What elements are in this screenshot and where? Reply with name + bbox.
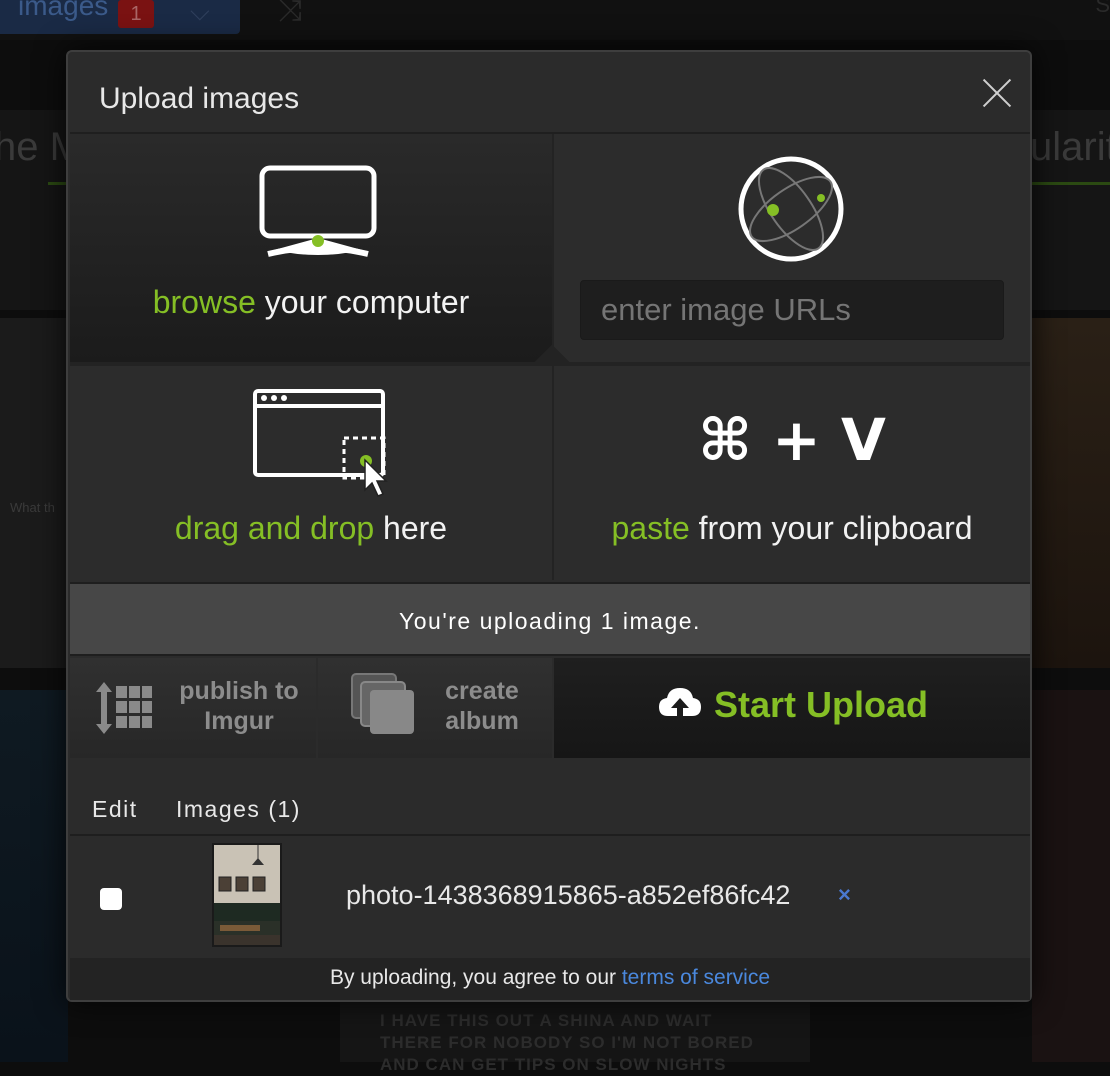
start-upload-label: Start Upload — [714, 684, 929, 725]
upload-modal: Upload images browse your computer enter… — [66, 50, 1032, 1002]
background-right-edge-text: S — [1095, 0, 1110, 17]
album-label: create album — [428, 676, 536, 736]
modal-title: Upload images — [99, 82, 300, 115]
stacked-squares-icon — [351, 673, 414, 734]
select-image-checkbox[interactable] — [100, 888, 122, 910]
terms-prefix: By uploading, you agree to our — [329, 966, 622, 989]
images-list-header: Edit Images (1) — [70, 760, 1030, 836]
start-upload-button[interactable]: Start Upload — [554, 658, 1030, 758]
remove-image-button[interactable]: × — [838, 882, 851, 908]
background-right-image — [1032, 318, 1110, 668]
action-row: publish to Imgur create album Start Uplo… — [70, 656, 1030, 760]
background-bottom-text: I HAVE THIS OUT A SHINA AND WAIT THERE F… — [380, 1011, 754, 1074]
shuffle-icon: ⤨ — [278, 0, 302, 27]
image-filename: photo-1438368915865-a852ef86fc42 — [346, 880, 791, 910]
browser-window-cursor-icon — [253, 389, 388, 497]
photo-thumbnail-image — [214, 845, 280, 945]
publish-line1: publish to — [179, 677, 299, 705]
background-left-image — [0, 690, 68, 1062]
paste-rest: from your clipboard — [689, 510, 973, 546]
background-heading-right: ularity — [1030, 125, 1110, 169]
background-left-caption: What th — [10, 500, 55, 515]
background-tab-badge: 1 — [118, 0, 154, 28]
background-tab-label: images — [18, 0, 109, 21]
background-underline — [1032, 182, 1110, 185]
terms-footer: By uploading, you agree to our terms of … — [70, 958, 1030, 1000]
list-item: photo-1438368915865-a852ef86fc42 × — [70, 836, 1030, 958]
drag-label: drag and drop here — [70, 510, 552, 547]
publish-label: publish to Imgur — [174, 676, 304, 736]
paste-shortcut: ⌘ + V — [698, 406, 886, 474]
album-line2: album — [445, 707, 519, 735]
drag-rest: here — [374, 510, 448, 546]
background-left-panel — [0, 318, 68, 668]
image-url-input[interactable] — [580, 280, 1004, 340]
cloud-upload-icon — [659, 688, 701, 720]
column-images: Images (1) — [176, 796, 301, 822]
column-edit: Edit — [92, 796, 138, 822]
grid-arrows-icon — [96, 682, 152, 734]
chevron-down-icon: ⌵ — [190, 0, 210, 26]
album-line1: create — [445, 677, 519, 705]
upload-status: You're uploading 1 image. — [70, 582, 1030, 656]
close-icon[interactable] — [980, 76, 1014, 110]
drag-highlight: drag and drop — [174, 510, 375, 546]
drag-drop-area[interactable]: drag and drop here — [70, 366, 552, 580]
paste-option: ⌘ + V paste from your clipboard — [554, 366, 1030, 580]
background-underline — [48, 182, 68, 185]
paste-label: paste from your clipboard — [554, 510, 1030, 547]
background-right-lower-image — [1032, 690, 1110, 1062]
image-thumbnail — [212, 843, 282, 947]
terms-of-service-link[interactable]: terms of service — [622, 966, 770, 989]
globe-icon — [738, 156, 844, 262]
paste-highlight: paste — [611, 510, 690, 546]
browse-highlight: browse — [152, 284, 256, 320]
browse-label: browse your computer — [70, 284, 552, 321]
publish-line2: Imgur — [204, 707, 274, 735]
url-option — [554, 134, 1030, 362]
monitor-icon — [259, 165, 377, 257]
browse-rest: your computer — [255, 284, 470, 320]
publish-to-imgur-button[interactable]: publish to Imgur — [70, 658, 316, 758]
browse-computer-option[interactable]: browse your computer — [70, 134, 552, 362]
create-album-button[interactable]: create album — [318, 658, 552, 758]
